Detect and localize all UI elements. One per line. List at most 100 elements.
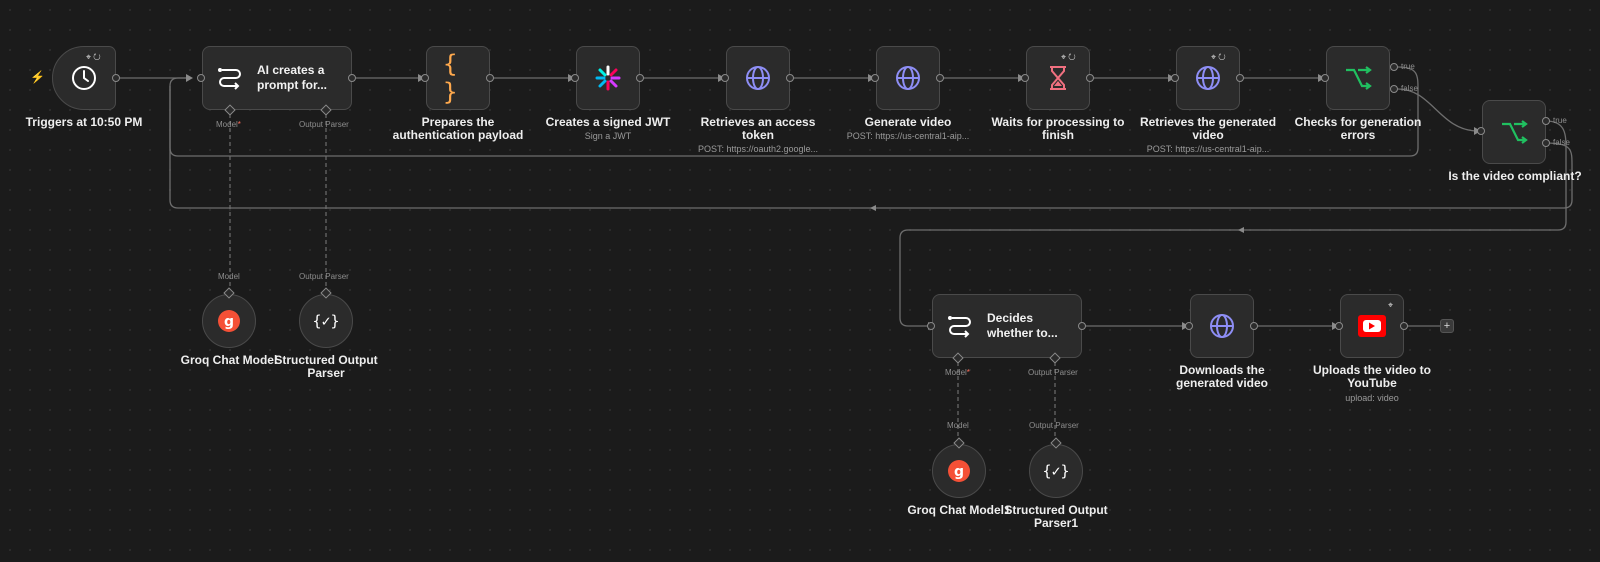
- youtube-subtitle: upload: video: [1345, 393, 1399, 403]
- structured-parser-node[interactable]: {✓}: [1029, 444, 1083, 498]
- wait-output-port[interactable]: [1086, 74, 1094, 82]
- generate-input-port[interactable]: [871, 74, 879, 82]
- globe-icon: [743, 63, 773, 93]
- youtube-output-port[interactable]: [1400, 322, 1408, 330]
- token-label: Retrieves an access token: [700, 115, 816, 142]
- check-false-port[interactable]: [1390, 85, 1398, 93]
- compliant-false-port[interactable]: [1542, 139, 1550, 147]
- jwt-output-port[interactable]: [636, 74, 644, 82]
- compliant-true-label: true: [1553, 116, 1567, 125]
- node-action-icons[interactable]: ⌖↻: [1211, 52, 1228, 63]
- generate-label: Generate video: [864, 115, 952, 129]
- ai-prompt-input-port[interactable]: [197, 74, 205, 82]
- svg-text:g: g: [224, 314, 234, 330]
- download-output-port[interactable]: [1250, 322, 1258, 330]
- svg-text:g: g: [954, 464, 964, 480]
- parser-label: Structured Output Parser: [274, 353, 378, 380]
- prepare-input-port[interactable]: [421, 74, 429, 82]
- node-action-icons[interactable]: ⌖: [1388, 300, 1395, 311]
- parser-port-label: Output Parser: [1029, 421, 1079, 430]
- compliant-true-port[interactable]: [1542, 117, 1550, 125]
- groq-model-port-label: Model: [947, 421, 969, 430]
- check-label: Checks for generation errors: [1294, 115, 1422, 142]
- structured-parser-node[interactable]: {✓}: [299, 294, 353, 348]
- compliant-label: Is the video compliant?: [1448, 169, 1582, 183]
- jwt-node[interactable]: [576, 46, 640, 110]
- check-true-port[interactable]: [1390, 63, 1398, 71]
- code-braces-icon: { }: [443, 50, 458, 106]
- token-subtitle: POST: https://oauth2.google...: [697, 144, 819, 154]
- wait-node[interactable]: [1026, 46, 1090, 110]
- download-video-node[interactable]: [1190, 294, 1254, 358]
- token-output-port[interactable]: [786, 74, 794, 82]
- compliant-false-label: false: [1553, 138, 1570, 147]
- groq-icon: g: [944, 456, 974, 486]
- trigger-node[interactable]: [52, 46, 116, 110]
- decides-model-label: Model*: [945, 368, 970, 377]
- ai-prompt-title: AI creates a prompt for...: [257, 63, 327, 92]
- prepare-payload-node[interactable]: { }: [426, 46, 490, 110]
- generate-output-port[interactable]: [936, 74, 944, 82]
- decides-parser-label: Output Parser: [1028, 368, 1078, 377]
- parser-port-label: Output Parser: [299, 272, 349, 281]
- access-token-node[interactable]: [726, 46, 790, 110]
- globe-icon: [1193, 63, 1223, 93]
- node-action-icons[interactable]: ⌖↻: [1061, 52, 1078, 63]
- globe-icon: [893, 63, 923, 93]
- groq-icon: g: [214, 306, 244, 336]
- jwt-label: Creates a signed JWT: [545, 115, 671, 129]
- download-label: Downloads the generated video: [1175, 363, 1269, 390]
- if-branch-icon: [1343, 63, 1373, 93]
- ai-prompt-output-port[interactable]: [348, 74, 356, 82]
- wait-label: Waits for processing to finish: [991, 115, 1125, 142]
- jwt-subtitle: Sign a JWT: [584, 131, 632, 141]
- prepare-label: Prepares the authentication payload: [392, 115, 524, 142]
- check-input-port[interactable]: [1321, 74, 1329, 82]
- ai-agent-icon: [215, 63, 245, 93]
- trigger-output-port[interactable]: [112, 74, 120, 82]
- ai-agent-icon: [945, 311, 975, 341]
- prepare-output-port[interactable]: [486, 74, 494, 82]
- jwt-icon: [593, 63, 623, 93]
- generate-subtitle: POST: https://us-central1-aip...: [846, 131, 970, 141]
- generate-video-node[interactable]: [876, 46, 940, 110]
- decides-output-port[interactable]: [1078, 322, 1086, 330]
- ai-prompt-model-label: Model*: [216, 120, 241, 129]
- check-false-label: false: [1401, 84, 1418, 93]
- decides-agent-node[interactable]: Decides whether to...: [932, 294, 1082, 358]
- globe-icon: [1207, 311, 1237, 341]
- node-action-icons[interactable]: ⌖↻: [86, 52, 103, 63]
- hourglass-icon: [1043, 63, 1073, 93]
- retrieve-output-port[interactable]: [1236, 74, 1244, 82]
- structured-parser-icon: {✓}: [312, 312, 340, 330]
- compliant-node[interactable]: [1482, 100, 1546, 164]
- compliant-input-port[interactable]: [1477, 127, 1485, 135]
- groq-model-node[interactable]: g: [202, 294, 256, 348]
- jwt-input-port[interactable]: [571, 74, 579, 82]
- token-input-port[interactable]: [721, 74, 729, 82]
- add-node-button[interactable]: +: [1440, 319, 1454, 333]
- check-true-label: true: [1401, 62, 1415, 71]
- youtube-label: Uploads the video to YouTube: [1312, 363, 1431, 390]
- decides-title: Decides whether to...: [987, 311, 1058, 340]
- groq-model-port-label: Model: [218, 272, 240, 281]
- download-input-port[interactable]: [1185, 322, 1193, 330]
- retrieve-input-port[interactable]: [1171, 74, 1179, 82]
- trigger-label: Triggers at 10:50 PM: [25, 115, 143, 129]
- groq-model-node[interactable]: g: [932, 444, 986, 498]
- retrieve-video-node[interactable]: [1176, 46, 1240, 110]
- retrieve-subtitle: POST: https://us-central1-aip...: [1146, 144, 1270, 154]
- wait-input-port[interactable]: [1021, 74, 1029, 82]
- decides-input-port[interactable]: [927, 322, 935, 330]
- ai-prompt-agent-node[interactable]: AI creates a prompt for...: [202, 46, 352, 110]
- ai-prompt-parser-label: Output Parser: [299, 120, 349, 129]
- clock-icon: [69, 63, 99, 93]
- youtube-input-port[interactable]: [1335, 322, 1343, 330]
- if-branch-icon: [1499, 117, 1529, 147]
- parser-label: Structured Output Parser1: [1004, 503, 1108, 530]
- trigger-bolt-icon: ⚡: [30, 70, 45, 84]
- structured-parser-icon: {✓}: [1042, 462, 1070, 480]
- youtube-icon: [1357, 311, 1387, 341]
- retrieve-label: Retrieves the generated video: [1139, 115, 1277, 142]
- check-errors-node[interactable]: [1326, 46, 1390, 110]
